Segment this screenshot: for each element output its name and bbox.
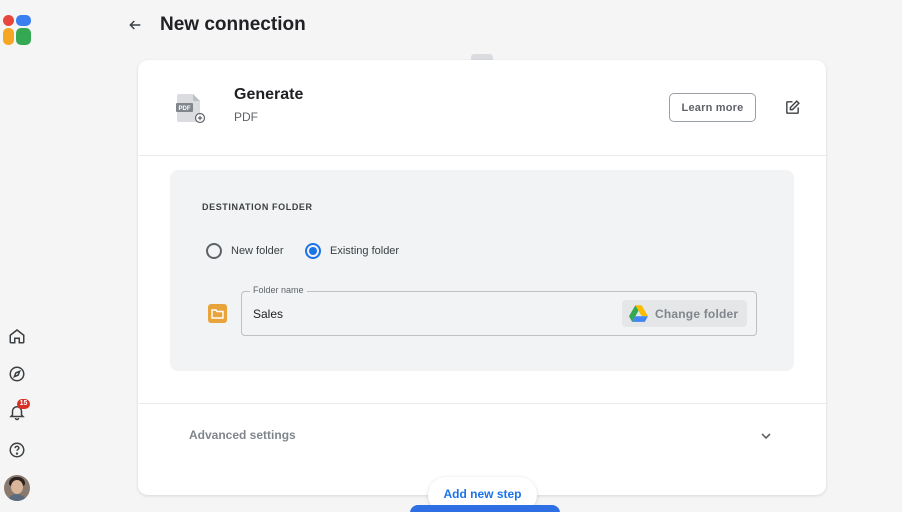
- change-folder-button[interactable]: Change folder: [622, 300, 747, 327]
- bottom-action-bar[interactable]: [410, 505, 560, 512]
- chevron-down-icon: [761, 433, 771, 440]
- step-card-header: PDF Generate PDF Learn more: [138, 60, 826, 156]
- radio-existing-folder[interactable]: Existing folder: [305, 243, 399, 259]
- radio-existing-folder-label: Existing folder: [330, 245, 400, 257]
- folder-name-label: Folder name: [250, 285, 307, 295]
- destination-folder-label: DESTINATION FOLDER: [202, 202, 313, 212]
- folder-name-field[interactable]: Folder name Change folder: [241, 285, 757, 336]
- advanced-settings-toggle[interactable]: Advanced settings: [138, 403, 826, 465]
- pdf-file-icon: PDF: [176, 92, 206, 124]
- folder-name-input[interactable]: [253, 307, 553, 321]
- pdf-icon-label: PDF: [179, 106, 191, 112]
- google-drive-icon: [629, 305, 648, 322]
- notifications-bell-icon[interactable]: 15: [7, 399, 30, 422]
- back-arrow-icon[interactable]: [124, 14, 146, 36]
- change-folder-label: Change folder: [655, 306, 739, 321]
- compass-icon[interactable]: [7, 364, 27, 384]
- radio-existing-folder-control[interactable]: [305, 243, 321, 259]
- step-subtitle: PDF: [234, 110, 258, 124]
- advanced-settings-label: Advanced settings: [189, 428, 296, 442]
- learn-more-button[interactable]: Learn more: [669, 93, 756, 122]
- step-card: PDF Generate PDF Learn more DESTINATION …: [138, 60, 826, 495]
- app-logo[interactable]: [3, 15, 31, 45]
- page-title: New connection: [160, 14, 306, 35]
- user-avatar[interactable]: [4, 475, 30, 501]
- home-icon[interactable]: [7, 326, 27, 346]
- notification-count-badge: 15: [17, 399, 30, 409]
- edit-icon[interactable]: [782, 97, 802, 117]
- destination-folder-panel: DESTINATION FOLDER New folder Existing f…: [170, 170, 794, 371]
- radio-new-folder-label: New folder: [231, 245, 284, 257]
- step-title: Generate: [234, 86, 304, 103]
- folder-icon: [208, 304, 227, 323]
- radio-new-folder[interactable]: New folder: [206, 243, 284, 259]
- radio-new-folder-control[interactable]: [206, 243, 222, 259]
- help-icon[interactable]: [7, 440, 27, 460]
